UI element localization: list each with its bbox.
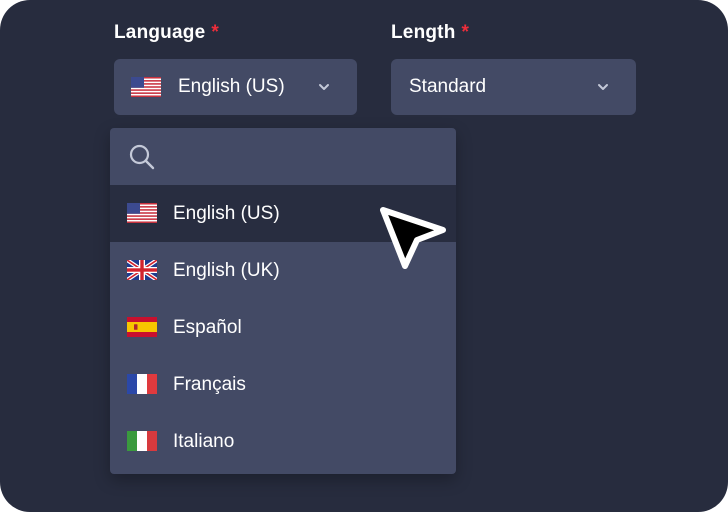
italy-flag-icon xyxy=(127,431,157,451)
length-select-value: Standard xyxy=(409,76,487,97)
option-label: English (US) xyxy=(173,203,280,224)
option-espanol[interactable]: Español xyxy=(110,299,456,356)
settings-card: Language * English (US) Length * Standard xyxy=(0,0,728,512)
cursor-pointer-icon xyxy=(380,207,446,269)
option-label: Español xyxy=(173,317,242,338)
language-label: Language * xyxy=(114,22,219,44)
option-label: English (UK) xyxy=(173,260,280,281)
france-flag-icon xyxy=(127,374,157,394)
language-select-value: English (US) xyxy=(178,76,285,97)
option-label: Italiano xyxy=(173,431,235,452)
option-italiano[interactable]: Italiano xyxy=(110,413,456,470)
us-flag-icon xyxy=(127,203,157,223)
search-input[interactable] xyxy=(170,140,444,174)
language-dropdown: English (US) English (UK) Español França… xyxy=(110,128,456,474)
language-select[interactable]: English (US) xyxy=(114,59,357,115)
spain-flag-icon xyxy=(127,317,157,337)
required-indicator: * xyxy=(211,22,219,43)
option-francais[interactable]: Français xyxy=(110,356,456,413)
length-label-text: Length xyxy=(391,22,456,43)
length-select[interactable]: Standard xyxy=(391,59,636,115)
length-label: Length * xyxy=(391,22,469,44)
us-flag-icon xyxy=(131,77,161,97)
dropdown-search xyxy=(110,128,456,184)
language-label-text: Language xyxy=(114,22,206,43)
chevron-down-icon xyxy=(319,84,329,90)
option-label: Français xyxy=(173,374,246,395)
chevron-down-icon xyxy=(598,84,608,90)
search-icon xyxy=(129,144,155,170)
uk-flag-icon xyxy=(127,260,157,280)
required-indicator: * xyxy=(461,22,470,43)
